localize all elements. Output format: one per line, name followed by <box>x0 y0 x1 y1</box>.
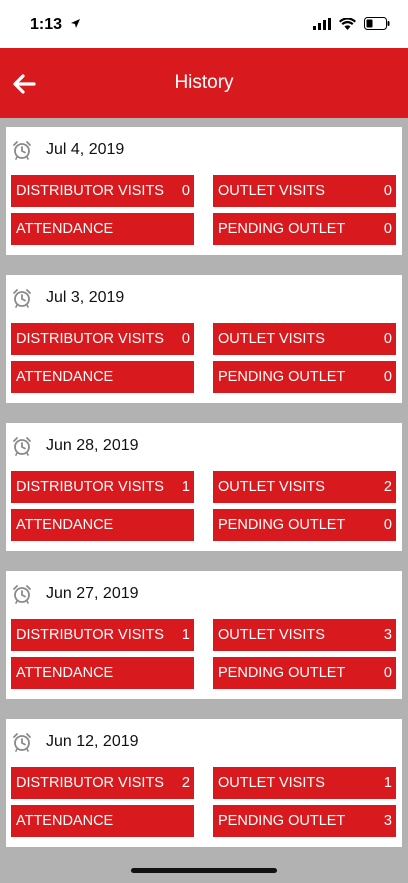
attendance-tile[interactable]: ATTENDANCE <box>11 361 194 393</box>
alarm-clock-icon <box>13 733 31 752</box>
history-date: Jul 4, 2019 <box>46 141 125 158</box>
status-bar: 1:13 <box>0 0 408 48</box>
distributor-visits-tile[interactable]: DISTRIBUTOR VISITS 0 <box>11 175 194 207</box>
pending-outlet-count: 0 <box>383 665 392 681</box>
status-time: 1:13 <box>30 16 63 33</box>
pending-outlet-tile[interactable]: PENDING OUTLET 0 <box>213 213 396 245</box>
outlet-visits-count: 2 <box>383 479 392 495</box>
outlet-visits-label: OUTLET VISITS <box>218 627 325 643</box>
distributor-visits-tile[interactable]: DISTRIBUTOR VISITS 2 <box>11 767 194 799</box>
page-title: History <box>174 72 234 93</box>
outlet-visits-count: 1 <box>383 775 392 791</box>
pending-outlet-count: 0 <box>383 517 392 533</box>
attendance-tile[interactable]: ATTENDANCE <box>11 805 194 837</box>
date-row: Jul 3, 2019 <box>12 287 124 309</box>
date-row: Jun 12, 2019 <box>12 731 139 753</box>
date-row: Jul 4, 2019 <box>12 139 124 161</box>
outlet-visits-tile[interactable]: OUTLET VISITS 1 <box>213 767 396 799</box>
outlet-visits-label: OUTLET VISITS <box>218 479 325 495</box>
pending-outlet-label: PENDING OUTLET <box>218 665 346 681</box>
pending-outlet-tile[interactable]: PENDING OUTLET 3 <box>213 805 396 837</box>
outlet-visits-count: 0 <box>383 331 392 347</box>
distributor-visits-tile[interactable]: DISTRIBUTOR VISITS 1 <box>11 619 194 651</box>
cellular-signal-icon <box>313 17 331 30</box>
attendance-label: ATTENDANCE <box>16 369 114 385</box>
distributor-visits-count: 0 <box>181 331 190 347</box>
pending-outlet-label: PENDING OUTLET <box>218 369 346 385</box>
alarm-clock-icon <box>13 437 31 456</box>
distributor-visits-label: DISTRIBUTOR VISITS <box>16 183 164 199</box>
attendance-label: ATTENDANCE <box>16 813 114 829</box>
alarm-clock-icon <box>13 141 31 160</box>
outlet-visits-count: 3 <box>383 627 392 643</box>
pending-outlet-label: PENDING OUTLET <box>218 813 346 829</box>
history-date: Jul 3, 2019 <box>46 289 125 306</box>
distributor-visits-tile[interactable]: DISTRIBUTOR VISITS 1 <box>11 471 194 503</box>
outlet-visits-count: 0 <box>383 183 392 199</box>
outlet-visits-tile[interactable]: OUTLET VISITS 0 <box>213 323 396 355</box>
app-bar: History <box>0 48 408 118</box>
distributor-visits-count: 2 <box>181 775 190 791</box>
battery-icon <box>364 17 390 30</box>
distributor-visits-count: 1 <box>181 479 190 495</box>
history-card: Jun 12, 2019 DISTRIBUTOR VISITS 2 OUTLET… <box>6 719 402 847</box>
pending-outlet-count: 0 <box>383 369 392 385</box>
attendance-label: ATTENDANCE <box>16 221 114 237</box>
distributor-visits-label: DISTRIBUTOR VISITS <box>16 775 164 791</box>
distributor-visits-count: 1 <box>181 627 190 643</box>
outlet-visits-label: OUTLET VISITS <box>218 331 325 347</box>
pending-outlet-label: PENDING OUTLET <box>218 221 346 237</box>
date-row: Jun 28, 2019 <box>12 435 139 457</box>
attendance-tile[interactable]: ATTENDANCE <box>11 509 194 541</box>
distributor-visits-label: DISTRIBUTOR VISITS <box>16 331 164 347</box>
home-indicator[interactable] <box>131 868 277 873</box>
pending-outlet-label: PENDING OUTLET <box>218 517 346 533</box>
attendance-tile[interactable]: ATTENDANCE <box>11 657 194 689</box>
pending-outlet-tile[interactable]: PENDING OUTLET 0 <box>213 509 396 541</box>
history-card: Jul 4, 2019 DISTRIBUTOR VISITS 0 OUTLET … <box>6 127 402 255</box>
history-card: Jun 27, 2019 DISTRIBUTOR VISITS 1 OUTLET… <box>6 571 402 699</box>
outlet-visits-tile[interactable]: OUTLET VISITS 3 <box>213 619 396 651</box>
status-icons <box>313 17 390 30</box>
pending-outlet-count: 3 <box>383 813 392 829</box>
outlet-visits-label: OUTLET VISITS <box>218 183 325 199</box>
distributor-visits-count: 0 <box>181 183 190 199</box>
pending-outlet-tile[interactable]: PENDING OUTLET 0 <box>213 657 396 689</box>
alarm-clock-icon <box>13 585 31 604</box>
attendance-label: ATTENDANCE <box>16 517 114 533</box>
wifi-icon <box>339 17 356 30</box>
distributor-visits-tile[interactable]: DISTRIBUTOR VISITS 0 <box>11 323 194 355</box>
history-date: Jun 12, 2019 <box>46 733 139 750</box>
outlet-visits-tile[interactable]: OUTLET VISITS 2 <box>213 471 396 503</box>
distributor-visits-label: DISTRIBUTOR VISITS <box>16 627 164 643</box>
outlet-visits-label: OUTLET VISITS <box>218 775 325 791</box>
distributor-visits-label: DISTRIBUTOR VISITS <box>16 479 164 495</box>
history-date: Jun 28, 2019 <box>46 437 139 454</box>
history-card: Jul 3, 2019 DISTRIBUTOR VISITS 0 OUTLET … <box>6 275 402 403</box>
pending-outlet-tile[interactable]: PENDING OUTLET 0 <box>213 361 396 393</box>
attendance-tile[interactable]: ATTENDANCE <box>11 213 194 245</box>
history-date: Jun 27, 2019 <box>46 585 139 602</box>
alarm-clock-icon <box>13 289 31 308</box>
outlet-visits-tile[interactable]: OUTLET VISITS 0 <box>213 175 396 207</box>
date-row: Jun 27, 2019 <box>12 583 139 605</box>
pending-outlet-count: 0 <box>383 221 392 237</box>
history-card: Jun 28, 2019 DISTRIBUTOR VISITS 1 OUTLET… <box>6 423 402 551</box>
location-arrow-icon <box>71 19 80 28</box>
attendance-label: ATTENDANCE <box>16 665 114 681</box>
